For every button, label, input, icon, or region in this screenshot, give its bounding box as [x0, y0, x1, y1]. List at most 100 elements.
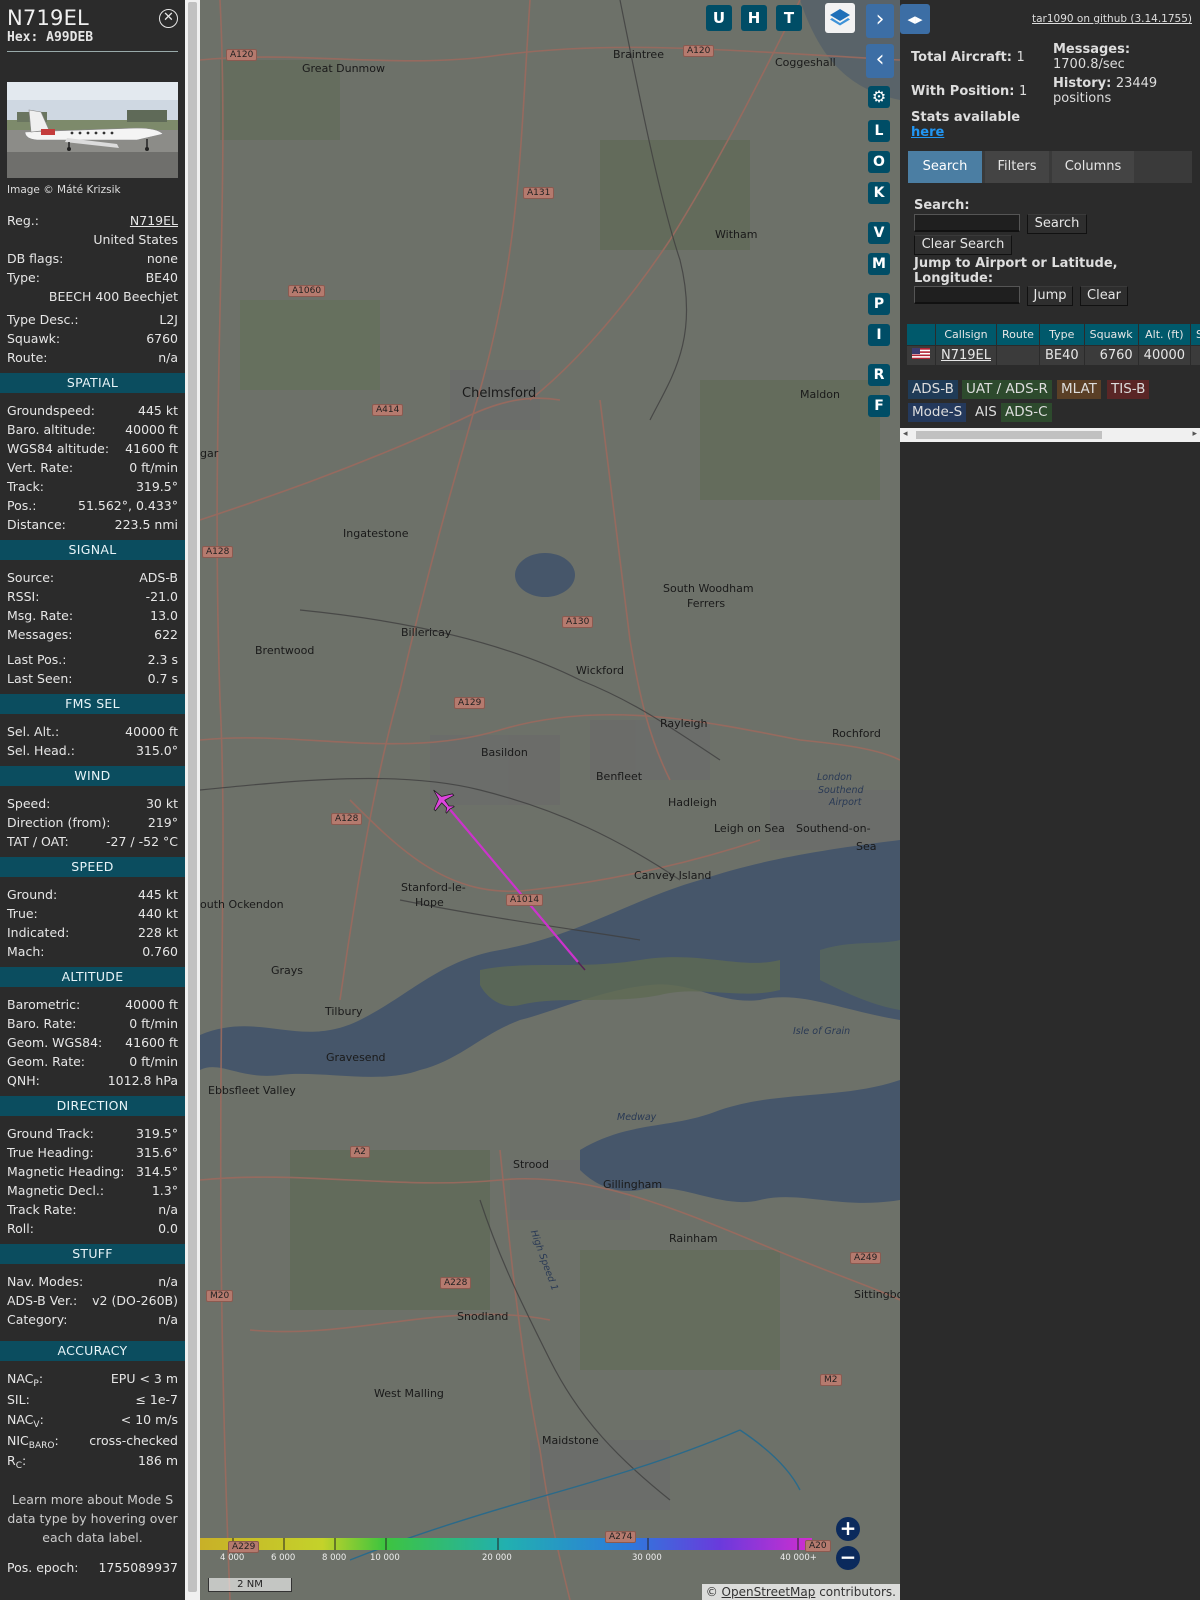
info-value: 440 kt	[138, 906, 178, 921]
info-label: Ground Track:	[7, 1126, 94, 1141]
map-button-p[interactable]: P	[868, 293, 890, 315]
tab-search[interactable]: Search	[908, 151, 982, 183]
table-row[interactable]: N719EL BE40 6760 40000	[906, 345, 1200, 366]
info-value: United States	[93, 232, 178, 247]
info-row: Barometric: 40000 ft	[0, 995, 185, 1014]
map-button-r[interactable]: R	[868, 364, 890, 386]
close-icon[interactable]: ✕	[159, 9, 178, 28]
flag-column-header	[906, 323, 936, 346]
info-value: -21.0	[145, 589, 178, 604]
github-link[interactable]: tar1090 on github (3.14.1755)	[1032, 13, 1192, 25]
source-badge: ADS-C	[1001, 403, 1052, 422]
jump-input[interactable]	[914, 286, 1020, 304]
map-button-k[interactable]: K	[868, 182, 890, 204]
info-value: 1012.8 hPa	[107, 1073, 178, 1088]
map-button-o[interactable]: O	[868, 151, 890, 173]
place-label: Strood	[513, 1158, 550, 1171]
info-label: Vert. Rate:	[7, 460, 74, 475]
tab-columns[interactable]: Columns	[1052, 151, 1134, 183]
clear-search-button[interactable]: Clear Search	[914, 235, 1012, 255]
column-header[interactable]: Type	[1038, 323, 1085, 346]
section-header-stuff: STUFF	[0, 1244, 185, 1264]
clear-button[interactable]: Clear	[1080, 286, 1128, 306]
info-value: 40000 ft	[125, 422, 178, 437]
info-row: Mach: 0.760	[0, 942, 185, 961]
info-value: 41600 ft	[125, 1035, 178, 1050]
with-position: With Position: 1	[911, 84, 1028, 99]
info-value: n/a	[158, 1202, 178, 1217]
pos-epoch-row: Pos. epoch: 1755089937	[7, 1559, 178, 1575]
road-label: A20	[805, 1540, 831, 1552]
aircraft-photo[interactable]	[7, 82, 178, 178]
scrollbar-thumb[interactable]	[916, 431, 1102, 439]
accuracy-label: NACP:	[7, 1371, 44, 1389]
map[interactable]: Braintree Great Dunmow Coggeshall Witham Che…	[200, 0, 900, 1600]
scroll-left-icon[interactable]: ◂	[903, 429, 908, 439]
info-row: Track: 319.5°	[0, 477, 185, 496]
info-label: Type Desc.:	[7, 312, 79, 327]
road-label: A129	[454, 697, 486, 709]
info-row: Msg. Rate: 13.0	[0, 606, 185, 625]
road-label: A249	[850, 1252, 882, 1264]
info-value: 319.5°	[135, 1126, 178, 1141]
column-header[interactable]: Alt. (ft)	[1137, 323, 1192, 346]
info-row: BEECH 400 Beechjet	[0, 287, 185, 306]
chevron-left-icon[interactable]: ‹	[866, 44, 894, 78]
info-row: Speed: 30 kt	[0, 794, 185, 813]
map-button-v[interactable]: V	[868, 222, 890, 244]
map-button-h[interactable]: H	[741, 5, 767, 31]
info-row: Roll: 0.0	[0, 1219, 185, 1238]
map-button-u[interactable]: U	[706, 5, 732, 31]
column-header[interactable]: Squawk	[1083, 323, 1139, 346]
info-row: Ground: 445 kt	[0, 885, 185, 904]
scrollbar-thumb[interactable]	[188, 2, 197, 1592]
info-row: Magnetic Heading: 314.5°	[0, 1162, 185, 1181]
tab-filters[interactable]: Filters	[985, 151, 1049, 183]
info-label: True Heading:	[7, 1145, 94, 1160]
place-label: Leigh on Sea	[714, 822, 785, 835]
section-header-altitude: ALTITUDE	[0, 967, 185, 987]
table-horizontal-scrollbar[interactable]: ◂ ▸	[900, 428, 1200, 442]
callsign-link[interactable]: N719EL	[941, 348, 991, 363]
chevron-right-icon[interactable]: ›	[866, 4, 894, 38]
zoom-in-icon[interactable]: +	[836, 1517, 860, 1541]
place-label: Snodland	[457, 1310, 509, 1323]
osm-link[interactable]: OpenStreetMap	[722, 1585, 816, 1599]
map-button-i[interactable]: I	[868, 324, 890, 346]
registration-link[interactable]: N719EL	[130, 211, 178, 230]
info-label: Last Pos.:	[7, 652, 67, 667]
search-button[interactable]: Search	[1027, 214, 1087, 234]
info-row: TAT / OAT: -27 / -52 °C	[0, 832, 185, 851]
search-input[interactable]	[914, 214, 1020, 232]
place-label: Maldon	[800, 388, 840, 401]
settings-gear-icon[interactable]: ⚙	[868, 86, 890, 108]
layers-icon[interactable]	[825, 3, 855, 33]
place-label: Canvey Island	[634, 869, 712, 882]
info-label: Speed:	[7, 796, 51, 811]
info-label: Mach:	[7, 944, 45, 959]
map-button-m[interactable]: M	[868, 253, 890, 275]
column-header[interactable]: Callsign	[935, 323, 997, 346]
column-header[interactable]: Route	[996, 323, 1040, 346]
info-label: Distance:	[7, 517, 66, 532]
stats-link[interactable]: here	[911, 125, 944, 140]
info-label: Groundspeed:	[7, 403, 95, 418]
table-body: N719EL BE40 6760 40000	[906, 345, 1200, 366]
road-label: A128	[202, 546, 234, 558]
info-label: Indicated:	[7, 925, 70, 940]
column-header[interactable]: Spd.	[1190, 323, 1200, 346]
place-label: Medway	[617, 1112, 657, 1123]
jump-button[interactable]: Jump	[1027, 286, 1073, 306]
info-value: 0 ft/min	[129, 460, 178, 475]
info-row: Baro. altitude: 40000 ft	[0, 420, 185, 439]
info-row: Last Pos.: 2.3 s	[0, 650, 185, 669]
map-button-t[interactable]: T	[776, 5, 802, 31]
map-button-l[interactable]: L	[868, 120, 890, 142]
info-panel-scrollbar[interactable]	[185, 0, 200, 1600]
info-row: DB flags: none	[0, 249, 185, 268]
scroll-right-icon[interactable]: ▸	[1192, 429, 1197, 439]
map-button-f[interactable]: F	[868, 395, 890, 417]
road-label: A1060	[288, 285, 326, 297]
zoom-out-icon[interactable]: −	[836, 1546, 860, 1570]
expand-collapse-icon[interactable]: ◂▸	[900, 4, 930, 34]
